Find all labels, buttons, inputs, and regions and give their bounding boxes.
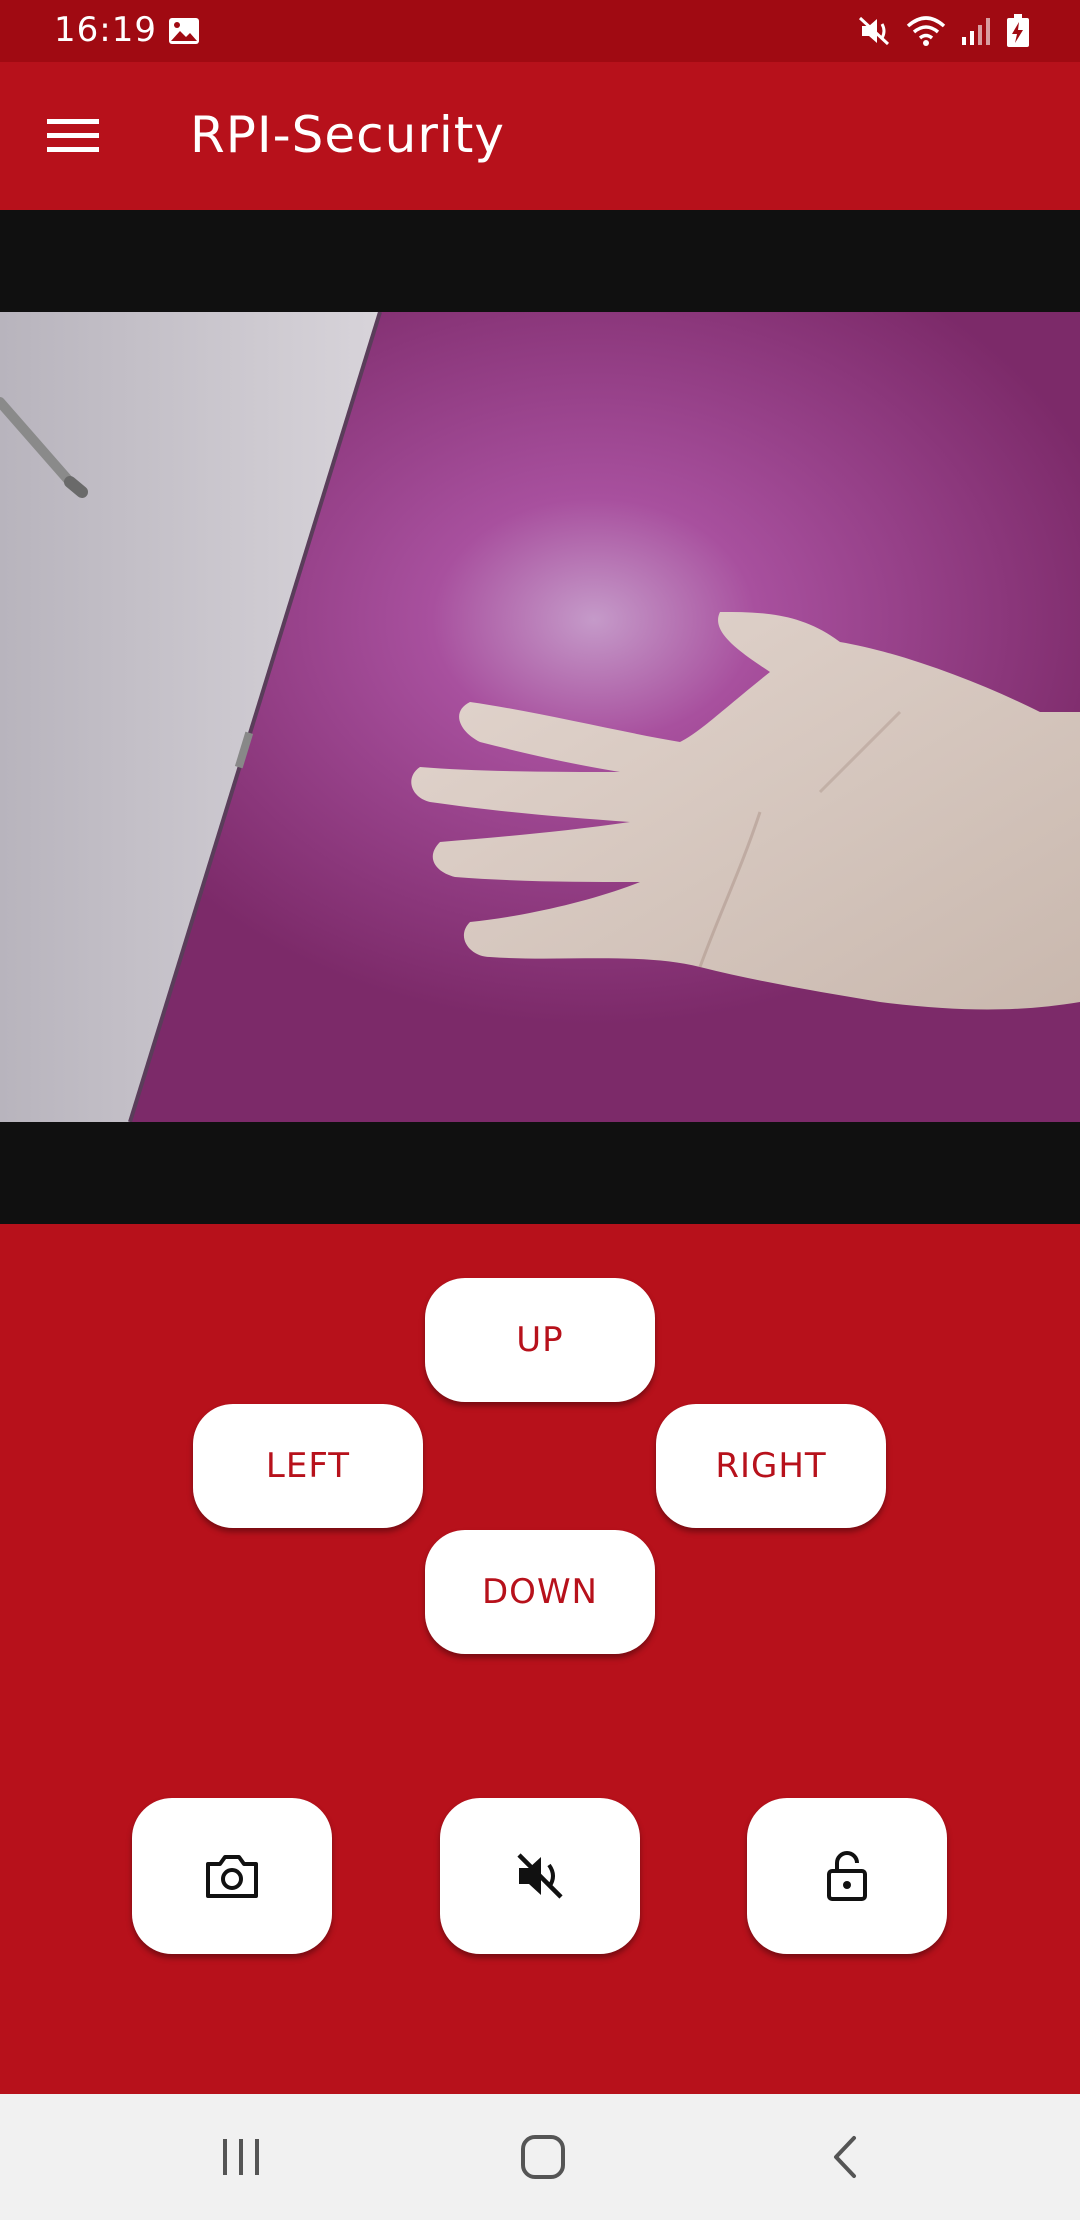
app-bar: RPI-Security [0, 62, 1080, 210]
signal-icon [960, 15, 992, 51]
left-button[interactable]: LEFT [193, 1404, 423, 1528]
gallery-icon [168, 17, 200, 49]
lock-button[interactable] [747, 1798, 947, 1954]
battery-charging-icon [1006, 14, 1030, 52]
menu-button[interactable] [30, 104, 116, 168]
mute-button[interactable] [440, 1798, 640, 1954]
camera-view [0, 210, 1080, 1224]
recent-apps-icon [223, 2139, 259, 2175]
camera-feed-image [0, 312, 1080, 1122]
recent-apps-button[interactable] [196, 2122, 286, 2192]
snapshot-button[interactable] [132, 1798, 332, 1954]
app-title: RPI-Security [190, 106, 506, 164]
home-button[interactable] [498, 2122, 588, 2192]
right-button[interactable]: RIGHT [656, 1404, 886, 1528]
home-icon [521, 2135, 565, 2179]
back-button[interactable] [800, 2122, 890, 2192]
hamburger-menu-icon [47, 119, 99, 152]
lock-open-icon [827, 1851, 867, 1901]
status-icons [858, 14, 1030, 52]
wifi-icon [906, 14, 946, 52]
up-button[interactable]: UP [425, 1278, 655, 1402]
mute-icon [858, 14, 892, 52]
volume-off-icon [517, 1853, 563, 1899]
camera-icon [206, 1855, 258, 1898]
status-time: 16:19 [54, 10, 157, 50]
system-nav-bar [0, 2094, 1080, 2220]
back-icon [834, 2136, 856, 2178]
status-bar: 16:19 [0, 0, 1080, 62]
down-button[interactable]: DOWN [425, 1530, 655, 1654]
